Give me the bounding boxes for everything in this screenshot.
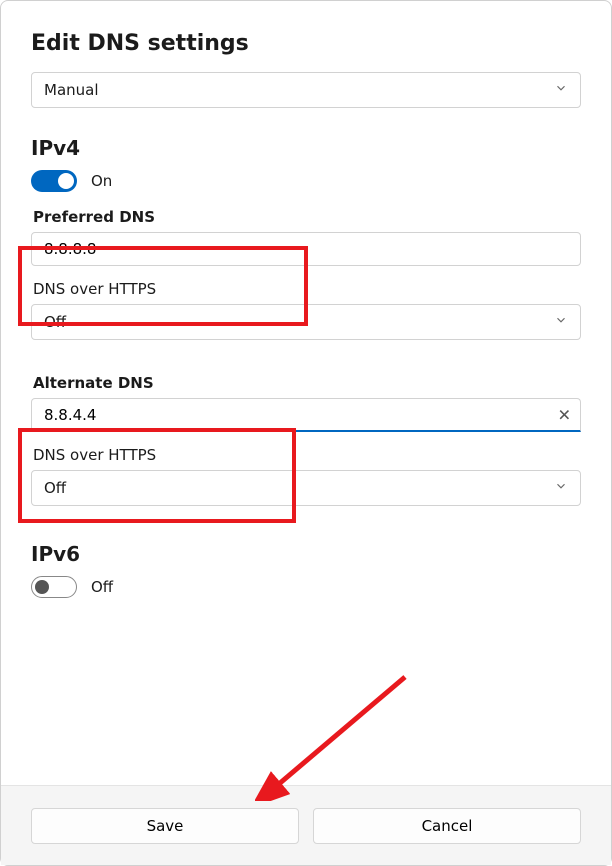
alternate-dns-label: Alternate DNS [33, 374, 581, 392]
ipv6-toggle[interactable] [31, 576, 77, 598]
cancel-button[interactable]: Cancel [313, 808, 581, 844]
ipv6-toggle-label: Off [91, 578, 113, 596]
doh1-select-value: Off [44, 313, 66, 331]
preferred-dns-label: Preferred DNS [33, 208, 581, 226]
dialog-footer: Save Cancel [1, 785, 611, 865]
doh1-label: DNS over HTTPS [33, 280, 581, 298]
preferred-dns-input[interactable] [31, 232, 581, 266]
dialog-title: Edit DNS settings [31, 31, 581, 56]
ipv6-heading: IPv6 [31, 542, 581, 566]
chevron-down-icon [554, 313, 568, 331]
save-button[interactable]: Save [31, 808, 299, 844]
arrow-annotation [255, 671, 415, 801]
ipv4-toggle[interactable] [31, 170, 77, 192]
ipv4-toggle-label: On [91, 172, 112, 190]
mode-select-value: Manual [44, 81, 99, 99]
doh2-label: DNS over HTTPS [33, 446, 581, 464]
chevron-down-icon [554, 81, 568, 99]
doh2-select[interactable]: Off [31, 470, 581, 506]
alternate-dns-input[interactable] [31, 398, 581, 432]
doh2-select-value: Off [44, 479, 66, 497]
chevron-down-icon [554, 479, 568, 497]
mode-select[interactable]: Manual [31, 72, 581, 108]
doh1-select[interactable]: Off [31, 304, 581, 340]
ipv4-heading: IPv4 [31, 136, 581, 160]
clear-icon[interactable]: ✕ [558, 406, 571, 425]
